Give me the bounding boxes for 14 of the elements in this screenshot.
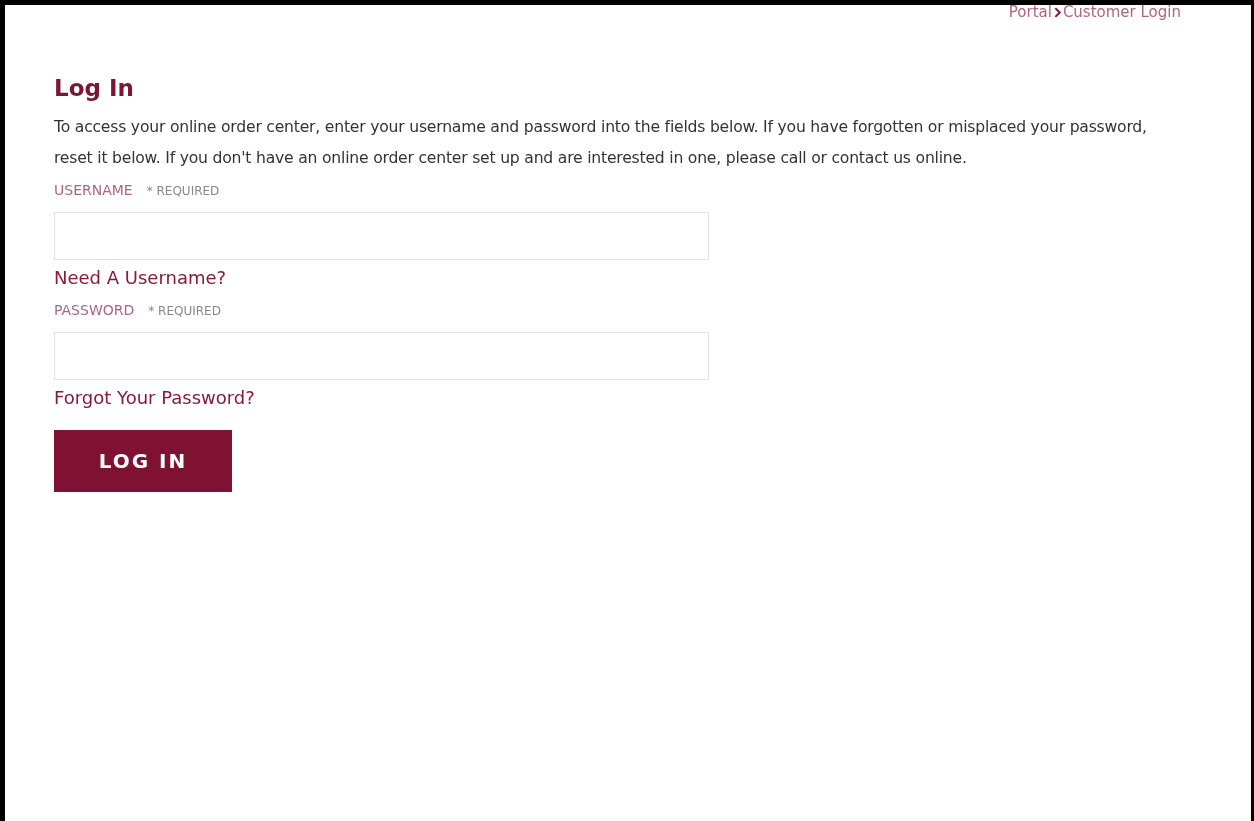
- login-button[interactable]: LOG IN: [54, 430, 232, 492]
- breadcrumb-link[interactable]: Portal: [1008, 5, 1052, 20]
- required-note: * REQUIRED: [146, 184, 220, 198]
- help-link[interactable]: Forgot Your Password?: [54, 386, 255, 408]
- required-note: * REQUIRED: [148, 304, 221, 318]
- input-field[interactable]: [54, 212, 709, 260]
- field-label: PASSWORD: [54, 302, 135, 318]
- help-link[interactable]: Need A Username?: [54, 266, 227, 288]
- chevron-icon: [1053, 6, 1061, 18]
- field-label: USERNAME: [54, 182, 133, 198]
- intro-text: To access your online order center, enter your username and password into the fields below. If you have forgotten or misplaced your password, reset it below. If you don't have an online order center set up and are interested in one, please call or contact us online.: [54, 117, 1148, 169]
- input-field[interactable]: [54, 332, 709, 380]
- breadcrumb-link[interactable]: Customer Login: [1062, 5, 1181, 20]
- page-heading: Log In: [54, 74, 135, 103]
